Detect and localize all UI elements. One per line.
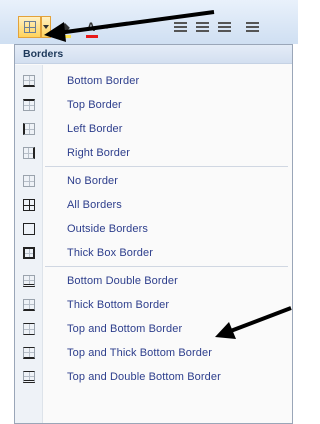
align-right-icon	[217, 21, 231, 33]
borders-dropdown-button[interactable]	[41, 16, 51, 38]
chevron-down-icon	[104, 25, 110, 29]
align-left-button[interactable]	[170, 16, 190, 38]
right-border-icon	[23, 147, 35, 159]
chevron-down-icon	[43, 25, 49, 29]
menu-item-right-border[interactable]: Right Border	[15, 141, 292, 165]
font-color-icon: A	[85, 21, 98, 38]
bottom-double-border-icon	[23, 275, 35, 287]
top-border-icon	[23, 99, 35, 111]
no-border-icon	[23, 175, 35, 187]
menu-item-thick-box-border[interactable]: Thick Box Border	[15, 241, 292, 265]
menu-item-label: Thick Box Border	[67, 247, 153, 259]
top-and-double-bottom-border-icon	[23, 371, 35, 383]
format-button-group: ◆ A	[18, 16, 298, 38]
menu-item-top-and-bottom-border[interactable]: Top and Bottom Border	[15, 317, 292, 341]
menu-item-bottom-border[interactable]: Bottom Border	[15, 69, 292, 93]
menu-item-bottom-double-border[interactable]: Bottom Double Border	[15, 269, 292, 293]
fill-color-icon: ◆	[59, 21, 72, 38]
top-and-bottom-border-icon	[23, 323, 35, 335]
align-center-button[interactable]	[192, 16, 212, 38]
outside-borders-icon	[23, 223, 35, 235]
borders-icon	[23, 21, 36, 33]
menu-item-label: Bottom Border	[67, 75, 140, 87]
ribbon-toolbar: ◆ A	[0, 0, 298, 44]
decrease-indent-button[interactable]	[242, 16, 262, 38]
top-and-thick-bottom-border-icon	[23, 347, 35, 359]
menu-separator	[45, 166, 288, 167]
font-color-button[interactable]: A	[80, 16, 102, 38]
menu-item-label: No Border	[67, 175, 119, 187]
all-borders-icon	[23, 199, 35, 211]
align-right-button[interactable]	[214, 16, 234, 38]
menu-item-label: Top and Double Bottom Border	[67, 371, 221, 383]
thick-bottom-border-icon	[23, 299, 35, 311]
left-border-icon	[23, 123, 35, 135]
decrease-indent-icon	[245, 21, 259, 33]
menu-item-all-borders[interactable]: All Borders	[15, 193, 292, 217]
align-left-icon	[173, 21, 187, 33]
menu-item-no-border[interactable]: No Border	[15, 169, 292, 193]
font-color-dropdown[interactable]	[102, 16, 112, 38]
borders-button[interactable]	[18, 16, 41, 38]
menu-item-thick-bottom-border[interactable]: Thick Bottom Border	[15, 293, 292, 317]
menu-item-left-border[interactable]: Left Border	[15, 117, 292, 141]
bottom-border-icon	[23, 75, 35, 87]
borders-dropdown-menu: Borders Bottom Border Top Border Left Bo…	[14, 44, 293, 424]
menu-item-label: Right Border	[67, 147, 130, 159]
menu-item-label: Bottom Double Border	[67, 275, 178, 287]
menu-item-label: Top and Thick Bottom Border	[67, 347, 212, 359]
align-center-icon	[195, 21, 209, 33]
menu-item-top-and-thick-bottom-border[interactable]: Top and Thick Bottom Border	[15, 341, 292, 365]
menu-item-outside-borders[interactable]: Outside Borders	[15, 217, 292, 241]
menu-item-label: Outside Borders	[67, 223, 148, 235]
menu-item-top-and-double-bottom-border[interactable]: Top and Double Bottom Border	[15, 365, 292, 389]
thick-box-border-icon	[23, 247, 35, 259]
menu-item-label: Left Border	[67, 123, 123, 135]
menu-separator	[45, 266, 288, 267]
menu-item-label: Top Border	[67, 99, 122, 111]
menu-item-label: Thick Bottom Border	[67, 299, 170, 311]
menu-item-label: All Borders	[67, 199, 122, 211]
fill-color-button[interactable]: ◆	[54, 16, 76, 38]
menu-header: Borders	[15, 45, 292, 64]
menu-item-top-border[interactable]: Top Border	[15, 93, 292, 117]
menu-item-label: Top and Bottom Border	[67, 323, 183, 335]
